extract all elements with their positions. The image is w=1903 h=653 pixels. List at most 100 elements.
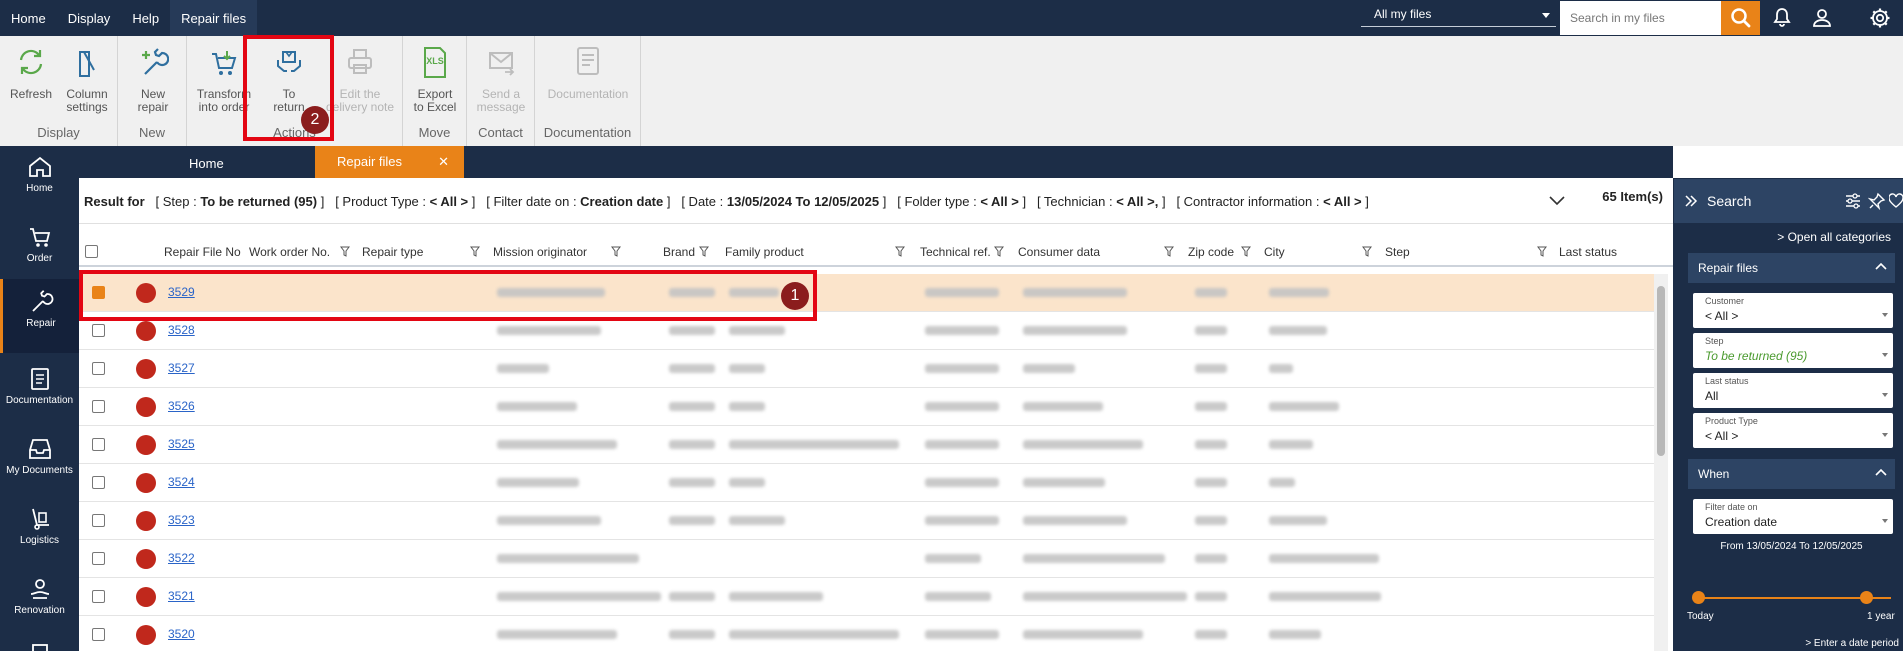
col-mission-originator[interactable]: Mission originator: [493, 245, 587, 259]
row-checkbox[interactable]: [92, 362, 105, 375]
col-repair-file-no[interactable]: Repair File No: [164, 245, 241, 259]
col-zip-code[interactable]: Zip code: [1188, 245, 1234, 259]
filter-icon[interactable]: [340, 246, 350, 257]
col-consumer-data[interactable]: Consumer data: [1018, 245, 1100, 259]
menu-home[interactable]: Home: [0, 0, 57, 36]
product-type-select[interactable]: Product Type < All >: [1693, 413, 1893, 448]
search-button[interactable]: [1721, 1, 1760, 35]
filter-icon[interactable]: [470, 246, 480, 257]
customer-select[interactable]: Customer < All >: [1693, 293, 1893, 328]
filter-icon[interactable]: [994, 246, 1004, 257]
table-row[interactable]: 3526: [79, 388, 1654, 426]
repair-file-link[interactable]: 3522: [168, 551, 195, 565]
nav-home[interactable]: Home: [0, 154, 79, 224]
repair-file-link[interactable]: 3529: [168, 285, 195, 299]
documentation-button[interactable]: Documentation: [541, 42, 635, 101]
col-work-order-no[interactable]: Work order No.: [249, 245, 330, 259]
tab-home[interactable]: Home: [189, 156, 224, 171]
filter-icon[interactable]: [895, 246, 905, 257]
repair-file-link[interactable]: 3526: [168, 399, 195, 413]
transform-into-order-button[interactable]: Transform into order: [193, 42, 255, 114]
when-category[interactable]: When: [1688, 459, 1895, 489]
repair-files-category[interactable]: Repair files: [1688, 253, 1895, 283]
repair-file-link[interactable]: 3527: [168, 361, 195, 375]
row-checkbox[interactable]: [92, 628, 105, 641]
table-row[interactable]: 3520: [79, 616, 1654, 651]
edit-delivery-note-button[interactable]: Edit the delivery note: [320, 42, 400, 114]
search-input[interactable]: [1560, 1, 1721, 35]
user-icon[interactable]: [1810, 6, 1834, 30]
chevron-down-icon[interactable]: [1549, 196, 1565, 206]
nav-logistics[interactable]: Logistics: [0, 506, 79, 576]
column-settings-button[interactable]: Column settings: [60, 42, 114, 114]
filter-icon[interactable]: [1241, 246, 1251, 257]
heart-icon[interactable]: [1889, 192, 1903, 210]
table-scrollbar[interactable]: [1654, 274, 1668, 651]
menu-help[interactable]: Help: [121, 0, 170, 36]
new-repair-button[interactable]: New repair: [126, 42, 180, 114]
nav-my-documents[interactable]: My Documents: [0, 436, 79, 506]
more-nav-icon[interactable]: [27, 643, 53, 653]
row-checkbox[interactable]: [92, 590, 105, 603]
repair-file-link[interactable]: 3524: [168, 475, 195, 489]
col-step[interactable]: Step: [1385, 245, 1410, 259]
col-repair-type[interactable]: Repair type: [362, 245, 423, 259]
repair-file-link[interactable]: 3521: [168, 589, 195, 603]
sliders-icon[interactable]: [1844, 192, 1862, 210]
bell-icon[interactable]: [1770, 6, 1794, 30]
table-row[interactable]: 3528: [79, 312, 1654, 350]
close-icon[interactable]: ✕: [438, 146, 449, 178]
filter-icon[interactable]: [1362, 246, 1372, 257]
row-checkbox[interactable]: [92, 514, 105, 527]
gear-icon[interactable]: [1868, 6, 1892, 30]
table-row[interactable]: 3525: [79, 426, 1654, 464]
filter-icon[interactable]: [611, 246, 621, 257]
filter-icon[interactable]: [699, 246, 709, 257]
row-checkbox[interactable]: [92, 286, 105, 299]
nav-repair[interactable]: Repair: [0, 279, 79, 353]
menu-repair-files[interactable]: Repair files: [170, 0, 258, 36]
table-row[interactable]: 3521: [79, 578, 1654, 616]
step-select[interactable]: Step To be returned (95): [1693, 333, 1893, 368]
enter-date-period-link[interactable]: > Enter a date period: [1805, 638, 1899, 649]
table-row[interactable]: 3522: [79, 540, 1654, 578]
row-checkbox[interactable]: [92, 324, 105, 337]
refresh-button[interactable]: Refresh: [6, 42, 56, 101]
nav-renovation[interactable]: Renovation: [0, 576, 79, 646]
row-checkbox[interactable]: [92, 476, 105, 489]
repair-file-link[interactable]: 3523: [168, 513, 195, 527]
tab-repair-files[interactable]: Repair files ✕: [315, 146, 464, 178]
filter-icon[interactable]: [1164, 246, 1174, 257]
repair-file-link[interactable]: 3528: [168, 323, 195, 337]
col-technical-ref[interactable]: Technical ref.: [920, 245, 991, 259]
file-scope-select[interactable]: All my files: [1361, 3, 1556, 27]
last-status-select[interactable]: Last status All: [1693, 373, 1893, 408]
repair-file-link[interactable]: 3520: [168, 627, 195, 641]
to-return-button[interactable]: To return: [257, 42, 321, 114]
col-city[interactable]: City: [1264, 245, 1285, 259]
col-family-product[interactable]: Family product: [725, 245, 804, 259]
table-row[interactable]: 3523: [79, 502, 1654, 540]
slider-start-handle[interactable]: [1692, 591, 1705, 604]
pin-icon[interactable]: [1868, 192, 1886, 210]
nav-documentation[interactable]: Documentation: [0, 366, 79, 436]
slider-end-handle[interactable]: [1860, 591, 1873, 604]
row-checkbox[interactable]: [92, 552, 105, 565]
table-row[interactable]: 3529: [79, 274, 1654, 312]
table-row[interactable]: 3527: [79, 350, 1654, 388]
export-excel-button[interactable]: XLS Export to Excel: [407, 42, 463, 114]
menu-display[interactable]: Display: [57, 0, 122, 36]
select-all-checkbox[interactable]: [85, 245, 98, 258]
send-message-button[interactable]: Send a message: [471, 42, 531, 114]
row-checkbox[interactable]: [92, 438, 105, 451]
col-last-status[interactable]: Last status: [1559, 245, 1617, 259]
row-checkbox[interactable]: [92, 400, 105, 413]
open-all-categories-link[interactable]: > Open all categories: [1777, 230, 1891, 244]
filter-date-select[interactable]: Filter date on Creation date: [1693, 499, 1893, 534]
table-row[interactable]: 3524: [79, 464, 1654, 502]
double-chevron-right-icon[interactable]: [1684, 195, 1698, 207]
scroll-thumb[interactable]: [1657, 286, 1665, 456]
col-brand[interactable]: Brand: [663, 245, 695, 259]
repair-file-link[interactable]: 3525: [168, 437, 195, 451]
filter-icon[interactable]: [1537, 246, 1547, 257]
